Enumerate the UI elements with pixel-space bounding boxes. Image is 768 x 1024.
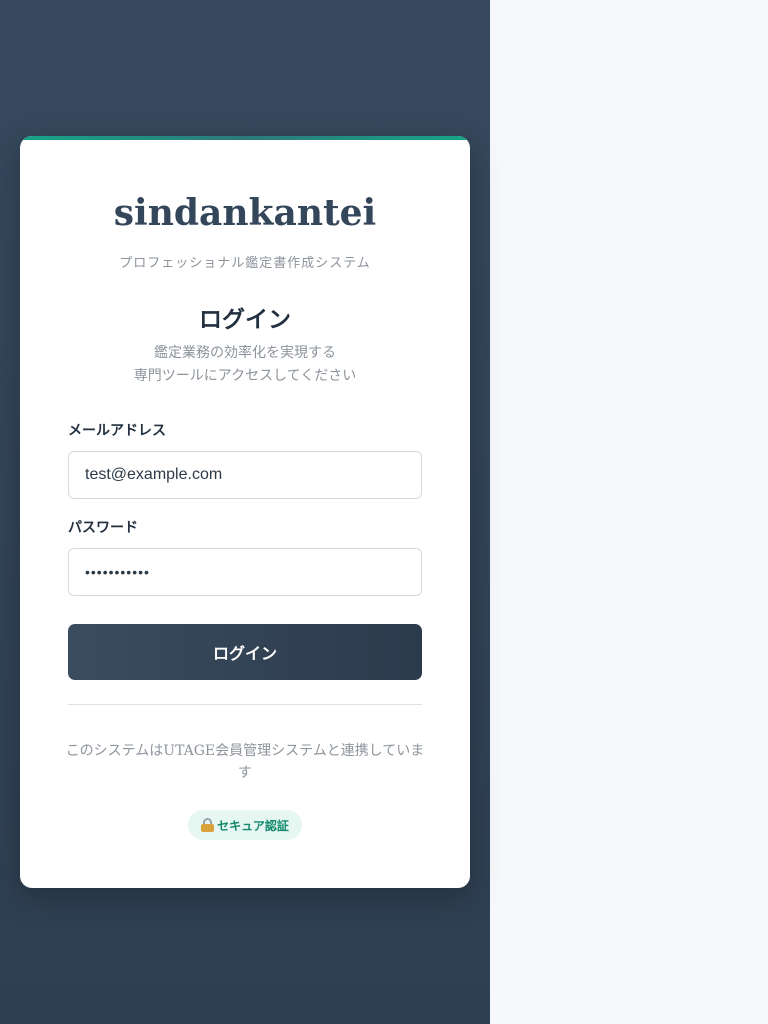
email-field[interactable]: test@example.com [68, 451, 422, 499]
login-button[interactable]: ログイン [68, 624, 422, 680]
password-field[interactable]: ••••••••••• [68, 548, 422, 596]
right-panel [490, 0, 768, 1024]
password-field-value: ••••••••••• [85, 564, 150, 580]
login-heading: ログイン [199, 306, 291, 333]
brand-tagline: プロフェッショナル鑑定書作成システム [119, 256, 371, 271]
login-description: 鑑定業務の効率化を実現する 専門ツールにアクセスしてください [20, 342, 470, 388]
login-card: sindankantei プロフェッショナル鑑定書作成システム ログイン 鑑定業… [20, 136, 470, 888]
login-description-line-2: 専門ツールにアクセスしてください [133, 368, 357, 384]
divider [68, 704, 422, 705]
secure-auth-badge-label: セキュア認証 [217, 818, 289, 833]
integration-note: このシステムはUTAGE会員管理システムと連携しています [65, 743, 425, 781]
login-description-line-1: 鑑定業務の効率化を実現する [154, 345, 336, 361]
brand-title: sindankantei [113, 192, 377, 234]
email-label: メールアドレス [68, 423, 166, 439]
lock-icon [201, 818, 215, 832]
secure-auth-badge: セキュア認証 [188, 810, 302, 840]
password-label: パスワード [68, 520, 138, 536]
email-field-value: test@example.com [85, 466, 223, 483]
card-accent-bar [20, 136, 470, 140]
